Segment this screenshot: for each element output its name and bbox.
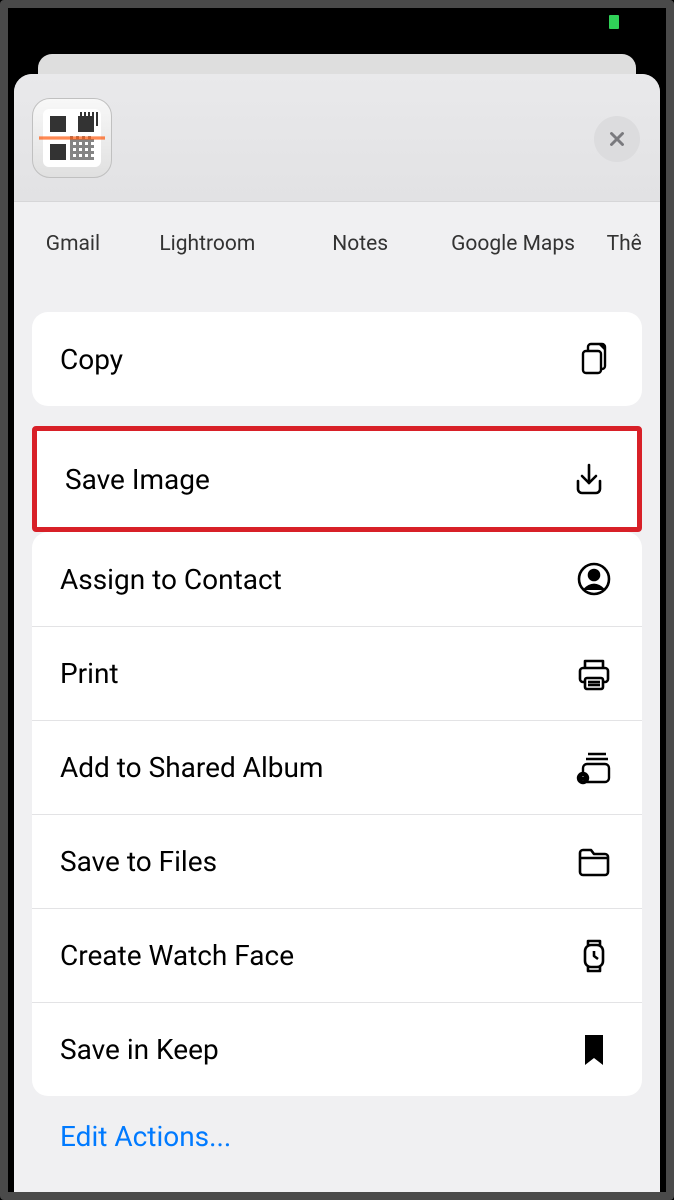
share-target-gmail[interactable]: Gmail xyxy=(22,202,124,256)
action-save-image[interactable]: Save Image xyxy=(37,431,637,527)
status-bar xyxy=(0,0,674,40)
share-sheet: Gmail Lightroom Notes Google Maps Thê Co… xyxy=(14,74,660,1192)
edit-actions-link[interactable]: Edit Actions... xyxy=(32,1096,642,1177)
action-label: Print xyxy=(60,657,574,690)
action-add-to-shared-album[interactable]: Add to Shared Album xyxy=(32,720,642,814)
action-label: Add to Shared Album xyxy=(60,751,574,784)
action-print[interactable]: Print xyxy=(32,626,642,720)
folder-icon xyxy=(574,842,614,882)
action-create-watch-face[interactable]: Create Watch Face xyxy=(32,908,642,1002)
shared-album-icon xyxy=(574,748,614,788)
contact-icon xyxy=(574,559,614,599)
share-target-notes[interactable]: Notes xyxy=(291,202,430,256)
action-copy[interactable]: Copy xyxy=(32,312,642,406)
share-target-lightroom[interactable]: Lightroom xyxy=(124,202,291,256)
action-save-image-highlight: Save Image xyxy=(32,426,642,532)
action-label: Save Image xyxy=(65,463,569,496)
action-label: Assign to Contact xyxy=(60,563,574,596)
action-group-main: Assign to Contact Print xyxy=(32,532,642,1096)
recording-indicator-icon xyxy=(609,15,619,29)
action-label: Create Watch Face xyxy=(60,939,574,972)
copy-icon xyxy=(574,339,614,379)
action-save-to-files[interactable]: Save to Files xyxy=(32,814,642,908)
action-assign-to-contact[interactable]: Assign to Contact xyxy=(32,532,642,626)
share-sheet-header xyxy=(14,74,660,202)
content-thumbnail xyxy=(32,98,112,178)
download-icon xyxy=(569,459,609,499)
action-label: Save in Keep xyxy=(60,1033,574,1066)
action-label: Copy xyxy=(60,343,574,376)
action-group-copy: Copy xyxy=(32,312,642,406)
close-icon xyxy=(606,128,628,150)
share-apps-row[interactable]: Gmail Lightroom Notes Google Maps Thê xyxy=(14,202,660,282)
bookmark-filled-icon xyxy=(574,1030,614,1070)
printer-icon xyxy=(574,654,614,694)
share-target-partial[interactable]: Thê xyxy=(596,202,652,256)
action-save-in-keep[interactable]: Save in Keep xyxy=(32,1002,642,1096)
close-button[interactable] xyxy=(594,116,640,162)
action-label: Save to Files xyxy=(60,845,574,878)
share-target-google-maps[interactable]: Google Maps xyxy=(430,202,597,256)
watch-icon xyxy=(574,936,614,976)
